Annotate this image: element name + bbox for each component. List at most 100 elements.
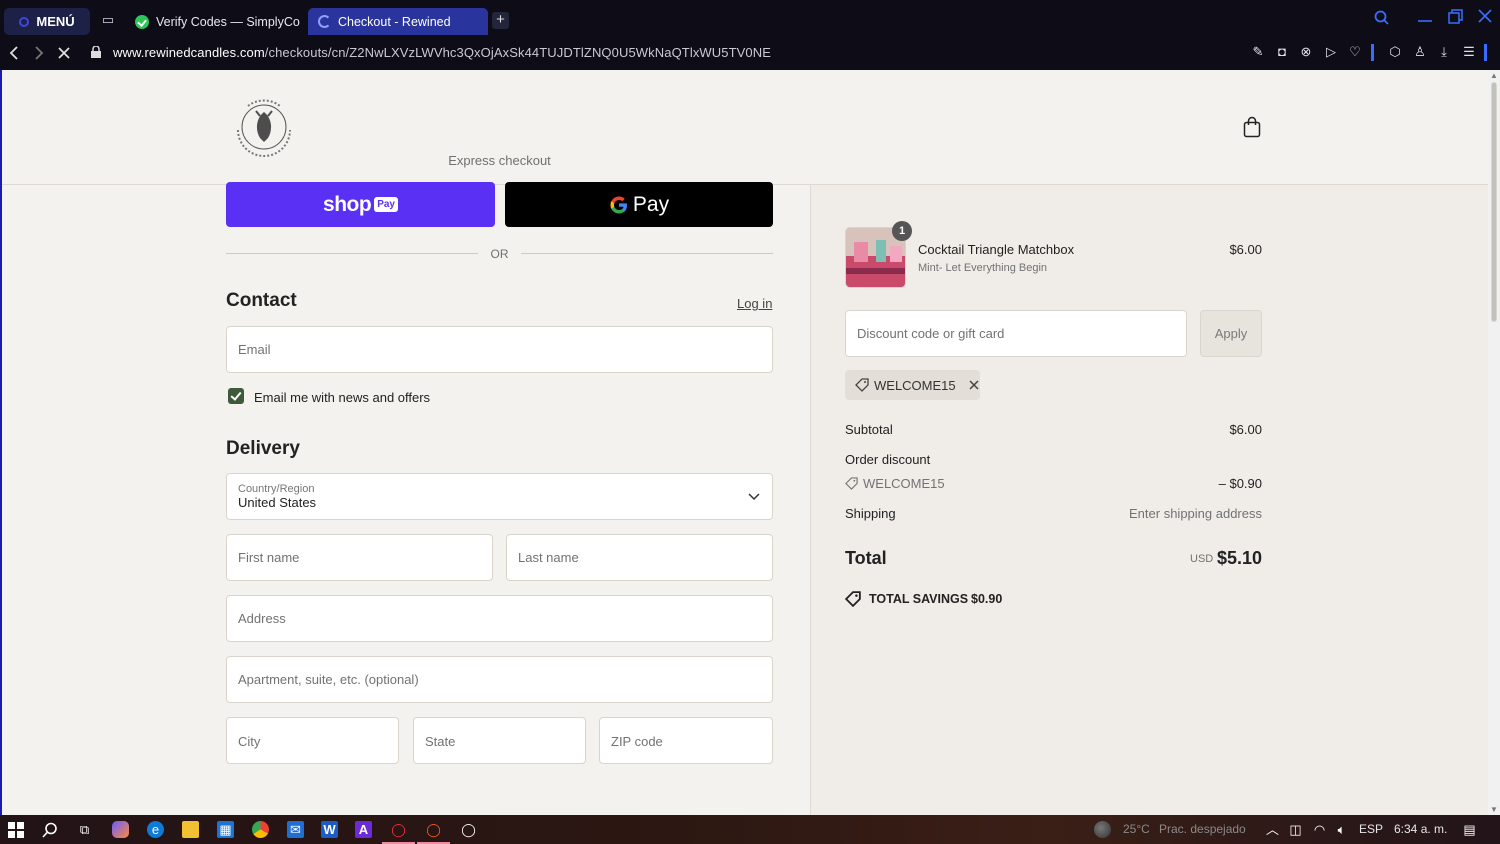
file-explorer-icon[interactable] (182, 821, 199, 838)
zip-placeholder: ZIP code (611, 734, 663, 749)
first-name-field[interactable]: First name (226, 534, 493, 581)
discount-code-field[interactable]: Discount code or gift card (845, 310, 1187, 357)
show-hidden-icons-icon[interactable]: ︿ (1264, 821, 1281, 838)
opera-icon-taskbar[interactable]: ◯ (425, 821, 442, 838)
country-label: Country/Region (238, 483, 315, 495)
shop-pay-button[interactable]: shop Pay (226, 182, 495, 227)
clock[interactable]: 6:34 a. m. (1394, 822, 1447, 836)
tab-checkout-rewined[interactable]: Checkout - Rewined (308, 8, 488, 35)
first-name-placeholder: First name (238, 550, 300, 565)
order-discount-label: Order discount (845, 452, 931, 467)
weather-desc[interactable]: Prac. despejado (1159, 822, 1246, 836)
mail-icon[interactable]: ✉ (287, 821, 304, 838)
easy-setup-icon[interactable]: ☰ (1461, 44, 1477, 60)
opera-icon (19, 16, 30, 27)
download-icon[interactable]: ⤓ (1436, 44, 1452, 60)
search-tabs-icon[interactable] (1374, 10, 1390, 26)
loading-spinner-icon (318, 15, 331, 28)
state-select[interactable]: State (413, 717, 586, 764)
newsletter-label: Email me with news and offers (254, 390, 431, 405)
order-discount-value: – $0.90 (1218, 476, 1262, 491)
zip-field[interactable]: ZIP code (599, 717, 773, 764)
apply-button[interactable]: Apply (1200, 310, 1262, 357)
forward-icon[interactable] (31, 45, 49, 61)
quantity-badge: 1 (892, 221, 912, 241)
page-scrollbar[interactable]: ▲ ▼ (1488, 70, 1500, 815)
delivery-heading: Delivery (226, 438, 300, 459)
address-field[interactable]: Address (226, 595, 773, 642)
new-tab-button[interactable]: + (492, 12, 509, 29)
meet-now-icon[interactable]: ◫ (1287, 821, 1304, 838)
edge-icon[interactable]: e (147, 821, 164, 838)
google-pay-label: Pay (632, 192, 670, 216)
profile-icon[interactable]: ♙ (1412, 44, 1428, 60)
email-field[interactable]: Email (226, 326, 773, 373)
tab-snapshot-icon[interactable]: ▭ (100, 12, 116, 28)
last-name-field[interactable]: Last name (506, 534, 773, 581)
apartment-field[interactable]: Apartment, suite, etc. (optional) (226, 656, 773, 703)
font-app-icon[interactable]: A (355, 821, 372, 838)
language-indicator[interactable]: ESP (1359, 822, 1383, 836)
subtotal-label: Subtotal (845, 422, 893, 437)
scroll-down-icon[interactable]: ▼ (1490, 805, 1498, 814)
taskbar-search-icon[interactable] (42, 822, 58, 838)
url-field[interactable]: www.rewinedcandles.com/checkouts/cn/Z2Nw… (113, 45, 771, 60)
edit-icon[interactable]: ✎ (1250, 44, 1266, 60)
product-variant: Mint- Let Everything Begin (918, 262, 1048, 274)
shop-pay-badge: Pay (374, 197, 398, 212)
login-link[interactable]: Log in (737, 296, 772, 311)
opera-menu-button[interactable]: MENÚ (4, 8, 90, 35)
opera-gx-icon[interactable]: ◯ (390, 821, 407, 838)
play-icon[interactable]: ▷ (1323, 44, 1339, 60)
applied-discount-chip: WELCOME15 (845, 370, 980, 400)
city-field[interactable]: City (226, 717, 399, 764)
savings-tag-icon (845, 591, 861, 607)
apartment-placeholder: Apartment, suite, etc. (optional) (238, 672, 419, 687)
word-icon[interactable]: W (321, 821, 338, 838)
notifications-icon[interactable]: ▤ (1461, 821, 1478, 838)
state-placeholder: State (425, 734, 456, 749)
wifi-icon[interactable]: ◠ (1311, 821, 1328, 838)
volume-icon[interactable]: 🔈︎ (1333, 821, 1350, 838)
url-path: /checkouts/cn/Z2NwLXVzLWVhc3QxOjAxSk44TU… (264, 45, 772, 60)
google-pay-button[interactable]: Pay (505, 182, 773, 227)
scroll-up-icon[interactable]: ▲ (1490, 71, 1498, 80)
copilot-icon[interactable] (112, 821, 129, 838)
task-view-icon[interactable]: ⧉ (76, 821, 93, 838)
shop-pay-wordmark: shop (323, 192, 372, 216)
city-placeholder: City (238, 734, 261, 749)
tab-verify-codes[interactable]: Verify Codes — SimplyCo (125, 8, 300, 35)
menu-label: MENÚ (36, 14, 75, 29)
extensions-icon[interactable]: ⬡ (1387, 44, 1403, 60)
tag-icon (855, 378, 869, 392)
weather-icon[interactable] (1094, 821, 1111, 838)
close-window-icon[interactable] (1477, 8, 1493, 24)
newsletter-checkbox[interactable] (228, 388, 244, 404)
country-select[interactable]: Country/Region United States (226, 473, 773, 520)
chrome-icon[interactable] (252, 821, 269, 838)
back-icon[interactable] (6, 45, 24, 61)
chevron-down-icon (748, 493, 760, 501)
shipping-label: Shipping (845, 506, 896, 521)
store-icon[interactable]: ▦ (217, 821, 234, 838)
heart-icon[interactable]: ♡ (1347, 44, 1363, 60)
lock-icon[interactable] (91, 46, 101, 58)
minimize-icon[interactable] (1417, 10, 1433, 26)
contact-heading: Contact (226, 290, 297, 311)
total-savings-label: TOTAL SAVINGS (869, 592, 969, 606)
camera-icon[interactable]: ◘ (1274, 44, 1290, 60)
stop-loading-icon[interactable] (56, 45, 74, 61)
scrollbar-thumb[interactable] (1491, 82, 1497, 322)
last-name-placeholder: Last name (518, 550, 579, 565)
total-label: Total (845, 548, 887, 568)
order-summary-panel (811, 185, 1488, 815)
adblock-icon[interactable]: ⊗ (1298, 44, 1314, 60)
restore-icon[interactable] (1447, 9, 1463, 25)
remove-discount-icon[interactable] (969, 380, 979, 390)
discount-placeholder: Discount code or gift card (857, 326, 1005, 341)
email-placeholder: Email (238, 342, 271, 357)
weather-temp[interactable]: 25°C (1123, 822, 1150, 836)
opera-air-icon[interactable]: ◯ (460, 821, 477, 838)
windows-start-icon[interactable] (8, 822, 24, 838)
shopping-bag-icon[interactable] (1242, 116, 1262, 138)
